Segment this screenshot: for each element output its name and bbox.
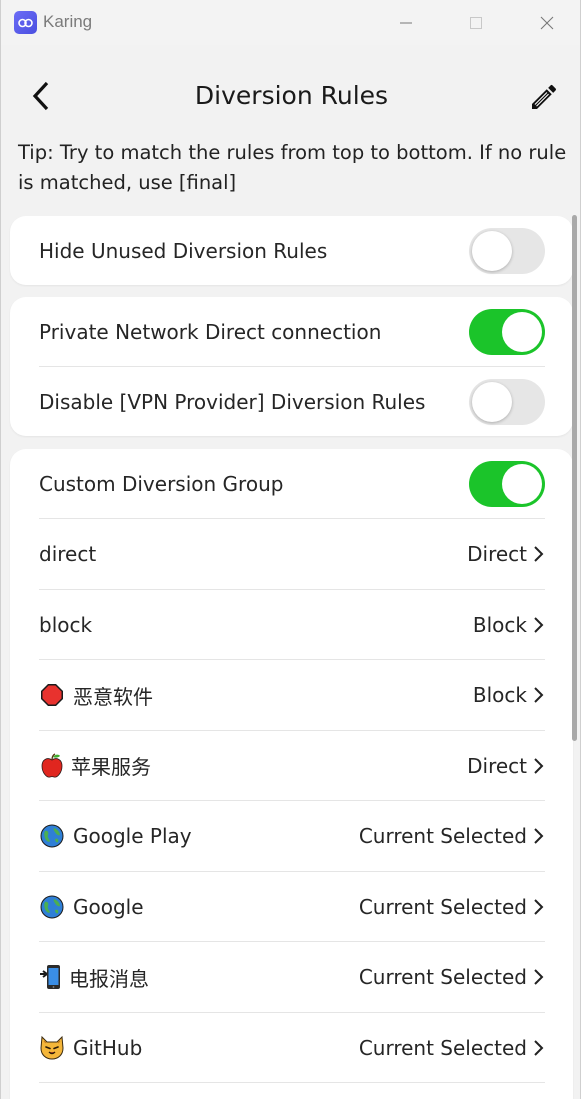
- chevron-right-icon: [534, 969, 544, 985]
- rule-outbound-label: Direct: [467, 753, 527, 778]
- chevron-right-icon: [534, 546, 544, 562]
- mobile-phone-icon: [39, 964, 61, 990]
- toggle-knob: [502, 463, 542, 504]
- chevron-right-icon: [534, 687, 544, 703]
- tip-text: Tip: Try to match the rules from top to …: [18, 141, 567, 194]
- globe-icon: [39, 823, 65, 849]
- custom-group-row[interactable]: Custom Diversion Group: [39, 449, 545, 519]
- hide-unused-row[interactable]: Hide Unused Diversion Rules: [39, 216, 545, 285]
- rule-outbound-label: Current Selected: [358, 965, 527, 989]
- disable-vpn-provider-toggle[interactable]: [469, 378, 545, 425]
- rule-outbound[interactable]: Current Selected: [359, 1036, 545, 1060]
- rule-outbound-label: Block: [472, 683, 527, 707]
- minimize-button[interactable]: [391, 8, 421, 38]
- rule-label-group: 电报消息: [39, 963, 149, 992]
- rule-row-block[interactable]: block Block: [39, 590, 545, 660]
- rule-outbound[interactable]: Current Selected: [359, 895, 545, 919]
- custom-group-toggle[interactable]: [469, 460, 545, 507]
- rule-name: 恶意软件: [73, 684, 153, 709]
- rule-row-github[interactable]: GitHub Current Selected: [39, 1013, 545, 1083]
- globe-icon: [39, 894, 65, 920]
- maximize-button[interactable]: [461, 8, 491, 38]
- edit-button[interactable]: [525, 78, 563, 116]
- rule-row-telegram[interactable]: 电报消息 Current Selected: [39, 942, 545, 1013]
- rule-outbound-label: Current Selected: [358, 824, 527, 848]
- rule-name: 苹果服务: [71, 755, 151, 779]
- hide-unused-toggle[interactable]: [469, 227, 545, 274]
- rule-outbound[interactable]: Direct: [467, 542, 545, 566]
- chevron-right-icon: [534, 898, 544, 915]
- rule-outbound[interactable]: Current Selected: [359, 965, 545, 989]
- pencil-icon: [532, 84, 557, 109]
- app-content: Diversion Rules Tip: Try to match the ru…: [0, 45, 581, 1099]
- custom-diversion-card: Custom Diversion Group direct Direct blo…: [10, 449, 573, 1099]
- rule-row-direct[interactable]: direct Direct: [39, 519, 545, 590]
- rule-label-group: 苹果服务: [39, 751, 151, 780]
- disable-vpn-provider-label: Disable [VPN Provider] Diversion Rules: [39, 389, 426, 414]
- network-options-card: Private Network Direct connection Disabl…: [10, 297, 573, 436]
- rule-name: direct: [39, 542, 97, 566]
- toggle-knob: [472, 381, 512, 422]
- rule-name: block: [39, 612, 93, 637]
- rule-outbound-label: Current Selected: [358, 894, 527, 919]
- rule-outbound[interactable]: Block: [473, 613, 545, 637]
- rule-outbound-label: Current Selected: [358, 1035, 527, 1060]
- hide-unused-label: Hide Unused Diversion Rules: [39, 238, 328, 263]
- rule-name: GitHub: [73, 1035, 143, 1060]
- rule-row-google-play[interactable]: Google Play Current Selected: [39, 801, 545, 872]
- rule-outbound-label: Block: [472, 612, 527, 637]
- rule-label-group: 恶意软件: [39, 681, 153, 710]
- close-button[interactable]: [532, 8, 562, 38]
- toggle-knob: [502, 311, 542, 352]
- rule-label-group: Google Play: [39, 823, 192, 849]
- rule-row-apple[interactable]: 苹果服务 Direct: [39, 731, 545, 801]
- rule-outbound[interactable]: Block: [473, 683, 545, 707]
- window-titlebar: Karing: [0, 0, 581, 45]
- cat-icon: [39, 1035, 65, 1061]
- rule-label-group: GitHub: [39, 1035, 142, 1061]
- rule-name: Google: [73, 894, 144, 919]
- toggle-knob: [472, 230, 512, 271]
- rule-row-google[interactable]: Google Current Selected: [39, 872, 545, 942]
- chevron-right-icon: [534, 616, 544, 633]
- chevron-right-icon: [534, 757, 544, 774]
- apple-icon: [39, 752, 65, 779]
- rule-outbound[interactable]: Current Selected: [359, 824, 545, 848]
- rule-row-malware[interactable]: 恶意软件 Block: [39, 660, 545, 731]
- rule-outbound-label: Direct: [467, 542, 527, 566]
- stop-sign-icon: [39, 682, 65, 708]
- app-logo-icon: [14, 11, 37, 34]
- custom-group-label: Custom Diversion Group: [39, 471, 284, 496]
- rule-outbound[interactable]: Direct: [467, 754, 545, 778]
- rule-label-group: Google: [39, 894, 144, 920]
- private-direct-row[interactable]: Private Network Direct connection: [39, 297, 545, 367]
- private-direct-toggle[interactable]: [469, 308, 545, 355]
- private-direct-label: Private Network Direct connection: [39, 319, 382, 344]
- vertical-scrollbar[interactable]: [572, 215, 577, 741]
- chevron-right-icon: [534, 828, 544, 844]
- disable-vpn-provider-row[interactable]: Disable [VPN Provider] Diversion Rules: [39, 367, 545, 436]
- chevron-right-icon: [534, 1039, 544, 1056]
- hide-unused-card: Hide Unused Diversion Rules: [10, 216, 573, 285]
- rule-name: Google Play: [73, 824, 192, 848]
- window-title: Karing: [43, 12, 93, 31]
- page-title: Diversion Rules: [194, 81, 389, 110]
- rule-name: 电报消息: [69, 966, 149, 991]
